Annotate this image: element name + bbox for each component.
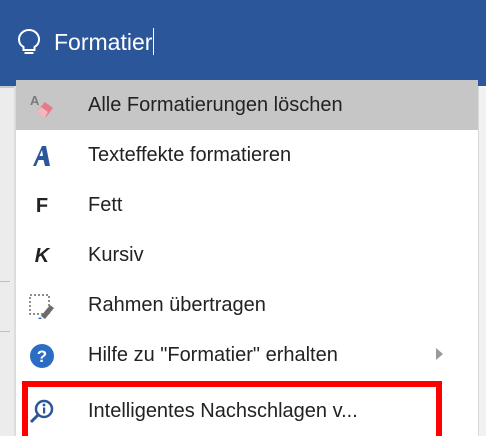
border-painter-icon bbox=[28, 292, 56, 320]
menu-right-edge bbox=[478, 86, 486, 436]
menu-item-text-effects[interactable]: Texteffekte formatieren bbox=[16, 130, 478, 180]
eraser-icon: A bbox=[28, 92, 56, 120]
search-input[interactable]: Formatier bbox=[54, 24, 155, 60]
italic-icon: K bbox=[34, 244, 50, 267]
menu-item-border-painter[interactable]: Rahmen übertragen bbox=[16, 280, 478, 330]
help-glyph: ? bbox=[37, 347, 47, 366]
highlight-frame bbox=[22, 381, 442, 436]
menu-item-label: Kursiv bbox=[88, 244, 144, 266]
tell-me-search-bar[interactable]: Formatier bbox=[0, 0, 486, 86]
menu-item-label: Texteffekte formatieren bbox=[88, 144, 292, 166]
menu-item-bold[interactable]: F Fett bbox=[16, 180, 478, 230]
gutter-tick bbox=[0, 281, 10, 282]
submenu-arrow-icon bbox=[436, 348, 443, 360]
menu-left-gutter bbox=[0, 86, 14, 436]
menu-item-label: Fett bbox=[88, 194, 123, 216]
bold-icon: F bbox=[35, 194, 49, 217]
text-caret bbox=[153, 28, 155, 55]
menu-item-clear-formatting[interactable]: A Alle Formatierungen löschen bbox=[16, 80, 478, 130]
gutter-tick bbox=[0, 331, 10, 332]
text-effects-icon bbox=[28, 142, 56, 170]
menu-item-help[interactable]: ? Hilfe zu "Formatier" erhalten bbox=[16, 330, 478, 380]
svg-text:A: A bbox=[30, 93, 40, 108]
menu-item-label: Rahmen übertragen bbox=[88, 294, 266, 316]
lightbulb-icon bbox=[17, 28, 41, 54]
help-icon: ? bbox=[28, 342, 56, 370]
menu-item-label: Alle Formatierungen löschen bbox=[88, 94, 343, 116]
menu-item-label: Hilfe zu "Formatier" erhalten bbox=[88, 344, 338, 366]
menu-item-italic[interactable]: K Kursiv bbox=[16, 230, 478, 280]
gutter-divider bbox=[0, 86, 14, 88]
